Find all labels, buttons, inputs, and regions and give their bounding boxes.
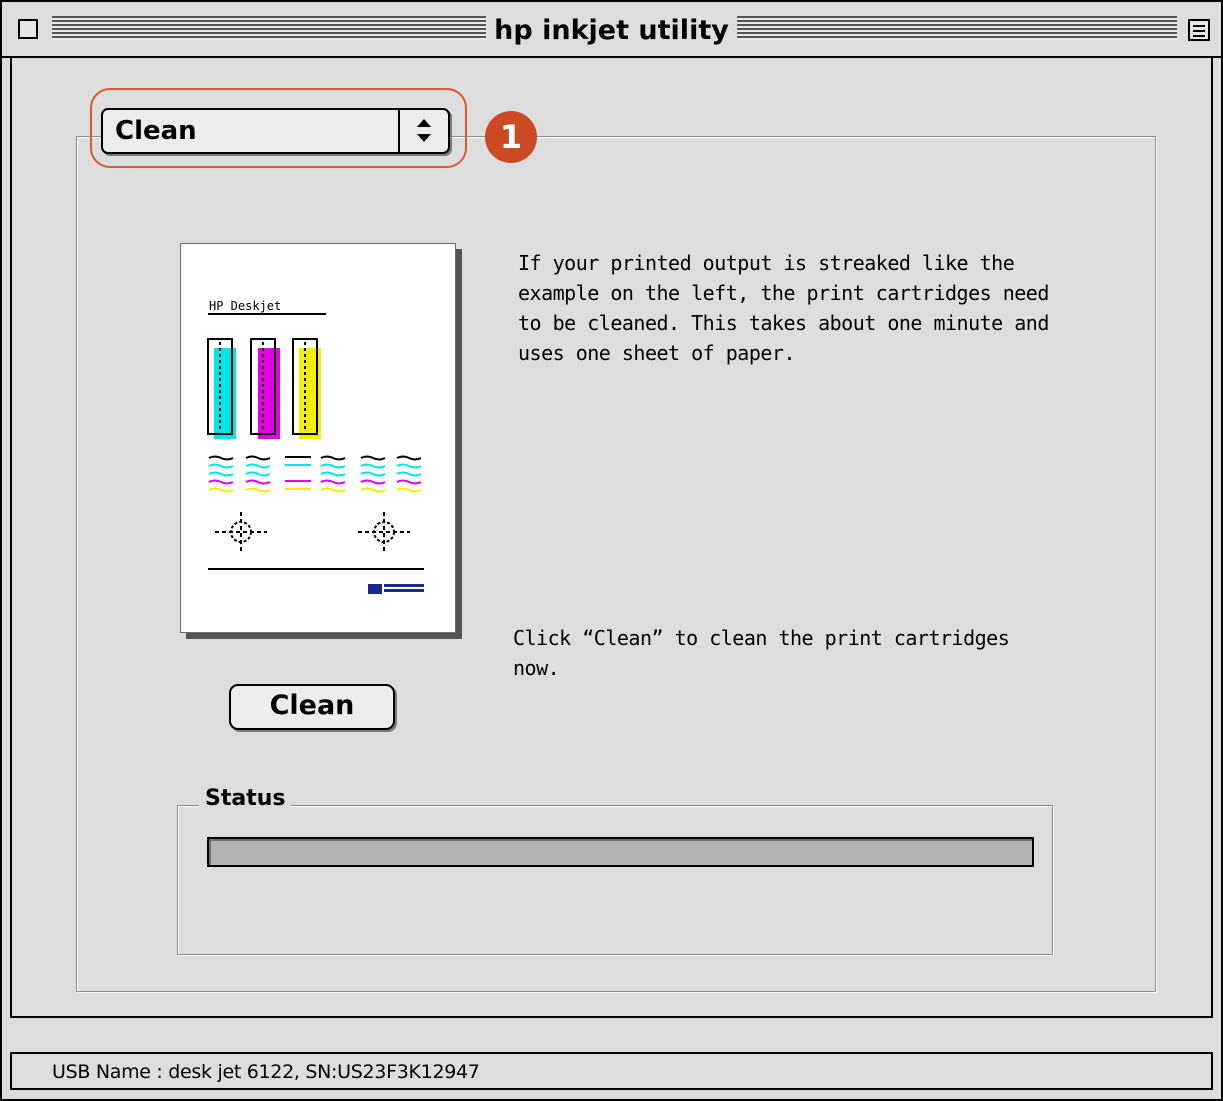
title-bar-stripes-left xyxy=(52,16,492,40)
device-info-bar: USB Name : desk jet 6122, SN:US23F3K1294… xyxy=(10,1052,1213,1090)
description-line: If your printed output is streaked like … xyxy=(518,251,1015,275)
status-label: Status xyxy=(199,785,292,813)
panel-select-popup[interactable]: Clean xyxy=(101,108,450,154)
clean-description: If your printed output is streaked like … xyxy=(518,248,1078,368)
popup-arrows-icon xyxy=(398,110,448,152)
title-bar[interactable] xyxy=(2,2,1221,58)
sample-page-graphic: HP Deskjet xyxy=(207,299,424,594)
cartridge-bars xyxy=(207,338,321,439)
description-line: uses one sheet of paper. xyxy=(518,341,795,365)
instruction-line: now. xyxy=(513,656,560,680)
hp-logo-icon xyxy=(368,584,424,594)
sample-page-header: HP Deskjet xyxy=(209,299,281,313)
streak-lines xyxy=(208,455,422,493)
title-bar-stripes-right xyxy=(737,16,1177,40)
usb-device-info: USB Name : desk jet 6122, SN:US23F3K1294… xyxy=(52,1061,480,1083)
instruction-line: Click “Clean” to clean the print cartrid… xyxy=(513,626,1010,650)
panel-select-value: Clean xyxy=(115,116,197,146)
collapse-box-icon[interactable] xyxy=(1188,19,1210,41)
clean-button[interactable]: Clean xyxy=(229,684,395,730)
description-line: to be cleaned. This takes about one minu… xyxy=(518,311,1049,335)
streaked-page-illustration: HP Deskjet xyxy=(180,243,456,633)
clean-instruction: Click “Clean” to clean the print cartrid… xyxy=(513,623,1073,683)
status-progress-bar xyxy=(207,837,1034,867)
close-box-icon[interactable] xyxy=(18,19,38,39)
alignment-crosshair-icons xyxy=(215,512,410,552)
status-groupbox xyxy=(177,805,1053,955)
description-line: example on the left, the print cartridge… xyxy=(518,281,1049,305)
callout-badge: 1 xyxy=(485,111,537,163)
